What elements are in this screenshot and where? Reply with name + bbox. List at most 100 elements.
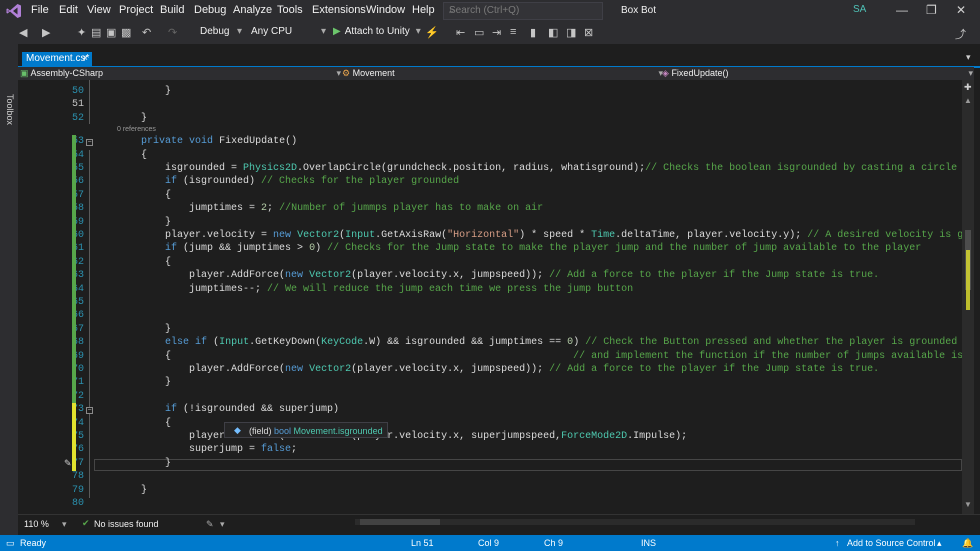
code-line[interactable]: }: [117, 86, 171, 97]
redo-icon[interactable]: ↷: [168, 26, 177, 39]
zoom-level[interactable]: 110 %: [24, 519, 49, 529]
chevron-up-icon[interactable]: ▴: [937, 538, 942, 549]
clear-bookmarks-icon[interactable]: ⊠: [584, 26, 593, 39]
save-all-icon[interactable]: ▩: [121, 26, 131, 39]
code-line[interactable]: if (jump && jumptimes > 0) // Checks for…: [117, 243, 921, 254]
menu-analyze[interactable]: Analyze: [233, 4, 272, 16]
code-line[interactable]: }: [117, 485, 147, 496]
code-line[interactable]: if (!isgrounded && superjump): [117, 404, 339, 415]
code-line[interactable]: player.AddForce(new Vector2(player.veloc…: [117, 270, 879, 281]
user-avatar[interactable]: SA: [853, 4, 866, 15]
menu-extensions[interactable]: Extensions: [312, 4, 366, 16]
close-icon[interactable]: ✕: [956, 3, 966, 17]
minimize-icon[interactable]: —: [896, 3, 908, 17]
menu-build[interactable]: Build: [160, 4, 184, 16]
codelens-references[interactable]: 0 references: [117, 126, 156, 133]
quick-info-tooltip: ◆ (field) bool Movement.isgrounded: [224, 422, 388, 438]
bookmark-icon[interactable]: ▮: [530, 26, 536, 39]
hot-reload-icon[interactable]: ⚡: [425, 26, 439, 39]
code-line[interactable]: {: [117, 150, 147, 161]
code-line[interactable]: { // and implement the function if the n…: [117, 351, 962, 362]
code-line[interactable]: }: [117, 113, 147, 124]
visual-studio-logo-icon[interactable]: [6, 3, 22, 19]
attach-to-unity-button[interactable]: ▶ Attach to Unity ▾: [333, 26, 421, 37]
line-number: 54: [71, 149, 84, 161]
indent-icon[interactable]: ≡: [510, 26, 516, 38]
tab-movement-cs[interactable]: Movement.cs* ×: [22, 52, 92, 66]
code-line[interactable]: else if (Input.GetKeyDown(KeyCode.W) && …: [117, 337, 957, 348]
outline-icon[interactable]: ▭: [474, 26, 484, 39]
code-line[interactable]: player.velocity = new Vector2(Input.GetA…: [117, 230, 962, 241]
tab-list-dropdown-icon[interactable]: ▾: [966, 52, 971, 63]
new-project-icon[interactable]: ✦: [77, 26, 86, 39]
next-bookmark-icon[interactable]: ◨: [566, 26, 576, 39]
quick-actions-icon[interactable]: ✎: [64, 458, 72, 469]
chevron-down-icon[interactable]: ▾: [220, 519, 225, 530]
scroll-up-icon[interactable]: ▲: [964, 96, 972, 105]
code-line[interactable]: player.AddForce(new Vector2(player.veloc…: [117, 364, 879, 375]
menu-window[interactable]: Window: [366, 4, 405, 16]
issues-status[interactable]: No issues found: [94, 519, 159, 529]
menu-edit[interactable]: Edit: [59, 4, 78, 16]
current-line-highlight: [94, 459, 962, 471]
search-icon: ⌕: [449, 5, 455, 16]
save-icon[interactable]: ▣: [106, 26, 116, 39]
undo-icon[interactable]: ↶: [142, 26, 151, 39]
platform-dropdown[interactable]: Any CPU ▾: [251, 26, 326, 40]
horizontal-scrollbar-thumb[interactable]: [360, 519, 440, 525]
line-number: 55: [71, 163, 84, 174]
class-dropdown[interactable]: ⚙ Movement ▾: [342, 68, 663, 79]
split-icon[interactable]: ✚: [964, 82, 972, 93]
forward-icon[interactable]: ▶: [42, 26, 50, 39]
step-icon[interactable]: ⇤: [456, 26, 465, 39]
search-input[interactable]: Search (Ctrl+Q) ⌕: [443, 2, 603, 20]
code-line[interactable]: if (isgrounded) // Checks for the player…: [117, 176, 459, 187]
align-icon[interactable]: ⇥: [492, 26, 501, 39]
code-line[interactable]: jumptimes = 2; //Number of jummps player…: [117, 203, 543, 214]
chevron-down-icon[interactable]: ▾: [62, 519, 67, 530]
configuration-dropdown[interactable]: Debug ▾: [200, 26, 242, 40]
code-line[interactable]: {: [117, 418, 171, 429]
code-line[interactable]: }: [117, 324, 171, 335]
project-dropdown[interactable]: ▣ Assembly-CSharp ▾: [20, 68, 341, 79]
code-cleanup-icon[interactable]: ✎: [206, 519, 214, 530]
code-line[interactable]: {: [117, 190, 171, 201]
code-line[interactable]: }: [117, 217, 171, 228]
vertical-scrollbar[interactable]: ✚ ▲ ▼: [962, 80, 974, 514]
menu-tools[interactable]: Tools: [277, 4, 303, 16]
prev-bookmark-icon[interactable]: ◧: [548, 26, 558, 39]
back-icon[interactable]: ◀: [19, 26, 27, 39]
toolbox-tab[interactable]: Toolbox: [5, 94, 15, 125]
member-dropdown[interactable]: ◈ FixedUpdate() ▾: [662, 68, 973, 79]
restore-icon[interactable]: ❐: [926, 3, 937, 17]
scroll-down-icon[interactable]: ▼: [964, 500, 972, 509]
menu-help[interactable]: Help: [412, 4, 435, 16]
line-number: 50: [71, 86, 84, 97]
change-marker: [72, 376, 76, 391]
menu-project[interactable]: Project: [119, 4, 153, 16]
code-line[interactable]: superjump = false;: [117, 444, 297, 455]
code-line[interactable]: }: [117, 458, 171, 469]
menu-file[interactable]: File: [31, 4, 49, 16]
collapse-toggle-icon[interactable]: −: [86, 139, 93, 147]
collapse-toggle-icon[interactable]: −: [86, 407, 93, 415]
line-number: 64: [71, 283, 84, 295]
live-share-icon[interactable]: ⤴: [955, 26, 966, 42]
notifications-icon[interactable]: 🔔: [962, 538, 973, 549]
code-editor[interactable]: 0 references 50 } 51 52 } 53 private void F…: [18, 80, 962, 514]
code-line[interactable]: isgrounded = Physics2D.OverlapCircle(gru…: [117, 163, 957, 174]
code-line[interactable]: player.AddForce(new Vector2(player.veloc…: [117, 431, 687, 442]
code-line[interactable]: }: [117, 377, 171, 388]
line-number: 61: [71, 243, 84, 255]
menu-view[interactable]: View: [87, 4, 111, 16]
code-line[interactable]: private void FixedUpdate(): [117, 136, 297, 147]
change-marker: [72, 322, 76, 337]
close-tab-icon[interactable]: ×: [82, 53, 88, 64]
code-line[interactable]: jumptimes--; // We will reduce the jump …: [117, 284, 633, 295]
code-line[interactable]: {: [117, 257, 171, 268]
solution-name: Box Bot: [621, 5, 657, 16]
open-folder-icon[interactable]: ▤: [91, 26, 101, 39]
menu-debug[interactable]: Debug: [194, 4, 226, 16]
line-number: 73: [71, 404, 84, 416]
add-to-source-control[interactable]: Add to Source Control: [847, 538, 936, 548]
